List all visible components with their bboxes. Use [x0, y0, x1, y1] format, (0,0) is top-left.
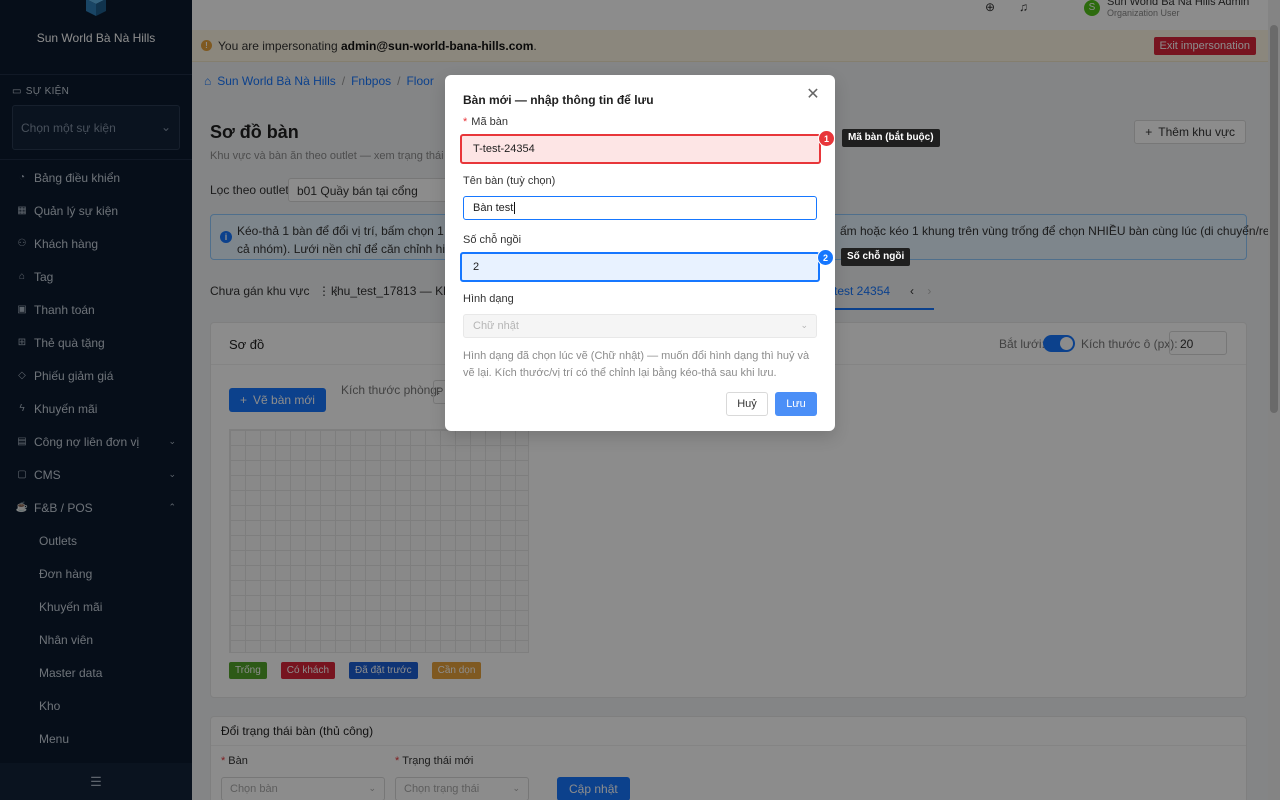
close-icon[interactable]: ✕ [805, 87, 821, 103]
shape-select: Chữ nhật ⌄ [463, 314, 817, 338]
new-table-modal: Bàn mới — nhập thông tin để lưu ✕ * Mã bà… [445, 75, 835, 431]
table-name-label: Tên bàn (tuỳ chọn) [463, 175, 556, 187]
table-code-label: * Mã bàn [463, 116, 508, 128]
table-code-input[interactable]: T-test-24354 [460, 134, 821, 164]
modal-title: Bàn mới — nhập thông tin để lưu [463, 93, 654, 107]
annotation-tooltip-2: Số chỗ ngồi [841, 248, 911, 266]
annotation-marker-2: 2 [817, 249, 834, 266]
shape-hint: Hình dạng đã chọn lúc vẽ (Chữ nhật) — mu… [463, 350, 810, 379]
seats-input[interactable]: 2 [460, 252, 820, 282]
save-button[interactable]: Lưu [775, 392, 817, 416]
table-name-input[interactable]: Bàn test [463, 196, 817, 220]
annotation-tooltip-1: Mã bàn (bắt buộc) [842, 129, 940, 147]
seats-label: Số chỗ ngồi [463, 234, 522, 246]
shape-label: Hình dạng [463, 293, 514, 305]
cancel-button[interactable]: Huỷ [726, 392, 768, 416]
chevron-down-icon: ⌄ [800, 320, 808, 330]
annotation-marker-1: 1 [818, 130, 835, 147]
